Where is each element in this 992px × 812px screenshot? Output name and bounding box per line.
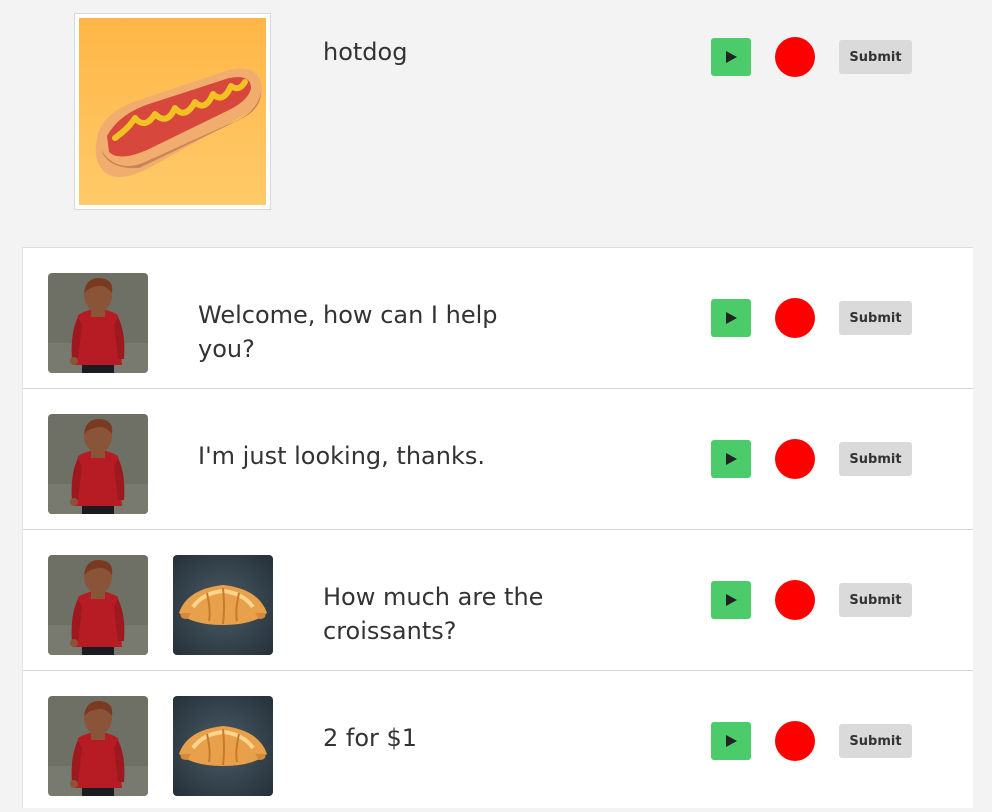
play-button[interactable] (711, 440, 751, 478)
play-icon (724, 452, 738, 466)
play-button[interactable] (711, 38, 751, 76)
submit-button[interactable]: Submit (839, 583, 912, 617)
play-button[interactable] (711, 299, 751, 337)
play-icon (724, 50, 738, 64)
croissant-image (173, 555, 273, 655)
submit-button[interactable]: Submit (839, 724, 912, 758)
dialogue-line: I'm just looking, thanks. (198, 442, 485, 470)
play-button[interactable] (711, 581, 751, 619)
play-icon (724, 593, 738, 607)
dialogue-line: Welcome, how can I help you? (198, 301, 498, 363)
record-button[interactable] (775, 580, 815, 620)
record-button[interactable] (775, 298, 815, 338)
dialogue-line: How much are the croissants? (323, 583, 544, 645)
person-avatar (48, 555, 148, 655)
croissant-image (173, 696, 273, 796)
play-icon (724, 311, 738, 325)
submit-button[interactable]: Submit (839, 40, 912, 74)
dialogue-list: Welcome, how can I help you? Submit I'm … (22, 247, 973, 808)
record-button[interactable] (775, 721, 815, 761)
record-button[interactable] (775, 439, 815, 479)
word-card: hotdog Submit (0, 0, 992, 247)
dialogue-row: 2 for $1 Submit (23, 671, 973, 812)
hotdog-image (74, 13, 271, 210)
play-button[interactable] (711, 722, 751, 760)
play-icon (724, 734, 738, 748)
submit-button[interactable]: Submit (839, 442, 912, 476)
record-button[interactable] (775, 37, 815, 77)
dialogue-row: How much are the croissants? Submit (23, 530, 973, 671)
person-avatar (48, 696, 148, 796)
dialogue-row: I'm just looking, thanks. Submit (23, 389, 973, 530)
person-avatar (48, 414, 148, 514)
target-word: hotdog (323, 38, 408, 66)
person-avatar (48, 273, 148, 373)
dialogue-row: Welcome, how can I help you? Submit (23, 248, 973, 389)
submit-button[interactable]: Submit (839, 301, 912, 335)
dialogue-line: 2 for $1 (323, 724, 418, 752)
